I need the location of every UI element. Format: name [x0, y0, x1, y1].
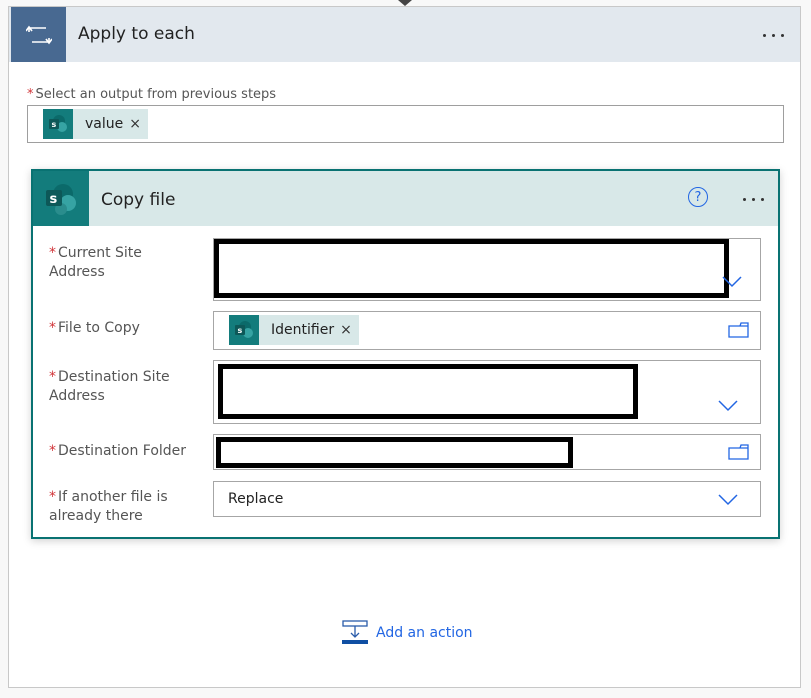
file-to-copy-input[interactable]: s Identifier ×: [213, 311, 761, 350]
value-token[interactable]: s value ×: [43, 109, 148, 139]
destination-site-address-label: * Destination Site Address: [49, 369, 170, 404]
destination-site-address-input[interactable]: [213, 360, 761, 424]
select-output-input[interactable]: s value ×: [27, 105, 784, 143]
add-action-icon: [342, 620, 368, 644]
folder-icon[interactable]: [728, 444, 750, 460]
more-options-icon[interactable]: [763, 34, 784, 37]
chevron-down-icon[interactable]: [717, 493, 739, 507]
token-label: Identifier: [271, 322, 335, 338]
svg-text:s: s: [238, 326, 243, 335]
sharepoint-icon: s: [229, 315, 259, 345]
add-an-action-label: Add an action: [376, 625, 473, 641]
token-label: value: [85, 116, 124, 132]
apply-to-each-card: Apply to each * Select an output from pre…: [8, 6, 801, 688]
svg-text:s: s: [52, 120, 57, 129]
selected-option: Replace: [228, 491, 284, 507]
chevron-down-icon[interactable]: [721, 275, 743, 289]
if-file-exists-dropdown[interactable]: Replace: [213, 481, 761, 517]
remove-token-icon[interactable]: ×: [129, 116, 148, 132]
copy-file-title: Copy file: [101, 190, 176, 210]
destination-folder-input[interactable]: [213, 434, 761, 470]
help-icon[interactable]: ?: [688, 187, 708, 207]
loop-icon: [11, 7, 66, 62]
if-file-exists-label: * If another file is already there: [49, 489, 168, 524]
sharepoint-icon: s: [33, 171, 89, 226]
sharepoint-icon: s: [43, 109, 73, 139]
file-to-copy-label: * File to Copy: [49, 320, 140, 336]
select-output-label: * Select an output from previous steps: [27, 87, 277, 102]
current-site-address-input[interactable]: [213, 238, 761, 301]
folder-icon[interactable]: [728, 322, 750, 338]
copy-file-header[interactable]: s Copy file ?: [33, 171, 778, 226]
redacted-value: [218, 364, 638, 419]
identifier-token[interactable]: s Identifier ×: [229, 315, 359, 345]
apply-to-each-header[interactable]: Apply to each: [9, 7, 800, 62]
more-options-icon[interactable]: [743, 198, 764, 201]
redacted-value: [216, 437, 573, 468]
chevron-down-icon[interactable]: [717, 399, 739, 413]
add-an-action-button[interactable]: Add an action: [342, 620, 473, 646]
remove-token-icon[interactable]: ×: [340, 322, 359, 338]
required-marker: *: [27, 87, 34, 102]
svg-text:s: s: [50, 192, 58, 207]
copy-file-card: s Copy file ? * Current Site Address * Fil…: [31, 169, 780, 539]
redacted-value: [214, 239, 729, 298]
current-site-address-label: * Current Site Address: [49, 245, 142, 280]
apply-to-each-title: Apply to each: [78, 24, 195, 44]
destination-folder-label: * Destination Folder: [49, 443, 187, 459]
